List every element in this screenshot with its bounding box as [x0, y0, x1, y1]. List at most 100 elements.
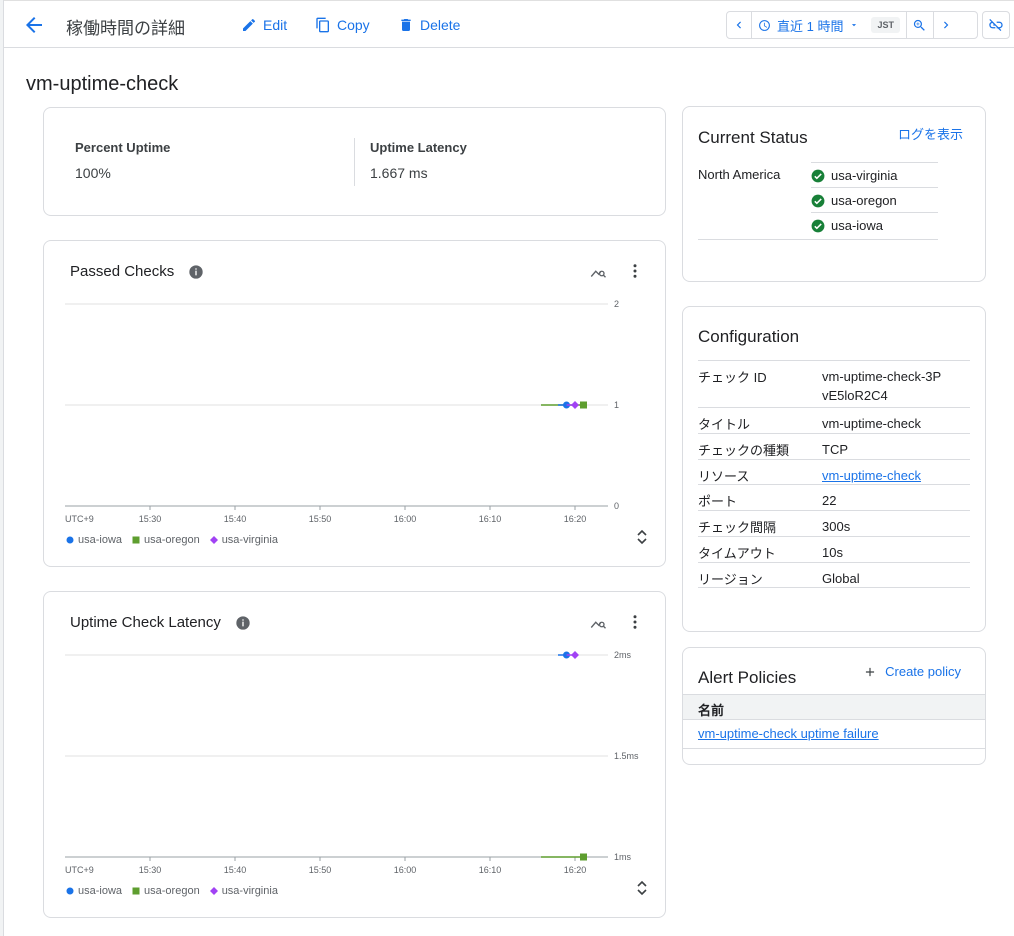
legend-item-virginia: usa-virginia	[209, 534, 278, 546]
copy-button[interactable]: Copy	[315, 15, 370, 35]
expand-legend-icon[interactable]	[635, 879, 649, 897]
metric-label: Uptime Latency	[370, 140, 467, 155]
passed-checks-plot: 2 1 0 UTC+9 15:30 15:40 15:50 16:00 16:10 16:20	[65, 299, 619, 524]
chart-legend: usa-iowa usa-oregon usa-virginia	[66, 534, 278, 546]
config-value: 22	[822, 493, 837, 508]
x-tick-label: 16:10	[479, 865, 502, 875]
percent-uptime-metric: Percent Uptime 100%	[75, 140, 170, 181]
chevron-right-icon	[943, 21, 949, 29]
clock-icon	[759, 19, 770, 31]
timezone-chip: JST	[871, 17, 900, 33]
x-tick-label: 15:30	[139, 865, 162, 875]
metric-value: 1.667 ms	[370, 165, 428, 181]
alert-policy-link[interactable]: vm-uptime-check uptime failure	[698, 726, 879, 741]
legend-item-oregon: usa-oregon	[132, 534, 200, 546]
y-tick-label: 1ms	[614, 852, 632, 862]
time-navigator: 直近 1 時間 JST	[726, 11, 978, 39]
arrow-back-icon	[26, 17, 42, 33]
legend-label: usa-virginia	[221, 885, 278, 897]
delete-label: Delete	[420, 17, 461, 33]
left-edge	[0, 0, 4, 936]
plus-icon	[866, 667, 875, 676]
chevron-left-icon	[736, 21, 741, 29]
status-row: usa-iowa	[811, 212, 938, 238]
time-forward-button[interactable]	[934, 12, 958, 38]
y-tick-label: 1	[614, 400, 619, 410]
alert-policies-card: Alert Policies Create policy 名前 vm-uptim…	[682, 647, 986, 765]
legend-item-iowa: usa-iowa	[66, 885, 122, 897]
metrics-card: Percent Uptime 100% Uptime Latency 1.667…	[43, 107, 666, 216]
square-marker-icon	[132, 887, 140, 895]
status-row: usa-virginia	[811, 162, 938, 188]
time-range-select[interactable]: 直近 1 時間 JST	[752, 12, 906, 38]
config-key: チェックの種類	[698, 443, 790, 458]
location-label: usa-virginia	[831, 168, 898, 183]
legend-label: usa-oregon	[144, 885, 200, 897]
x-tick-label: UTC+9	[65, 514, 94, 524]
x-tick-label: 16:20	[564, 865, 587, 875]
view-logs-link[interactable]: ログを表示	[898, 124, 963, 143]
top-toolbar: 稼働時間の詳細 Edit Copy Delete 直近 1 時間 JST	[4, 0, 1014, 48]
current-status-card: Current Status ログを表示 North America usa-v…	[682, 106, 986, 282]
point-usa-oregon	[580, 401, 587, 409]
time-back-button[interactable]	[727, 12, 751, 38]
create-policy-label: Create policy	[885, 664, 961, 679]
edit-button[interactable]: Edit	[241, 15, 287, 35]
uptime-latency-card: Uptime Check Latency 2ms 1.5ms 1ms UTC+9 15:…	[43, 591, 666, 918]
config-key: チェック ID	[698, 370, 767, 385]
x-tick-label: 15:40	[224, 865, 247, 875]
latency-plot: 2ms 1.5ms 1ms UTC+9 15:30 15:40 15:50 16:00 16:1…	[65, 650, 639, 875]
config-value: TCP	[822, 442, 848, 457]
create-policy-button[interactable]: Create policy	[863, 664, 961, 679]
zoom-button[interactable]	[907, 12, 933, 38]
y-tick-label: 0	[614, 501, 619, 511]
config-row: リソース vm-uptime-check	[698, 459, 970, 484]
link-off-icon	[989, 19, 1003, 31]
point-usa-virginia	[571, 651, 579, 659]
back-button[interactable]	[22, 13, 46, 37]
pencil-icon	[243, 18, 256, 31]
table-header-name: 名前	[683, 694, 985, 720]
config-row: タイトル vm-uptime-check	[698, 407, 970, 433]
x-tick-label: 15:30	[139, 514, 162, 524]
resource-link[interactable]: vm-uptime-check	[822, 466, 921, 485]
delete-button[interactable]: Delete	[398, 15, 460, 35]
config-key: ポート	[698, 494, 738, 509]
config-row: チェック ID vm-uptime-check-3PvE5loR2C4	[698, 360, 970, 407]
config-key: リージョン	[698, 572, 763, 587]
uptime-latency-metric: Uptime Latency 1.667 ms	[370, 140, 467, 181]
diamond-marker-icon	[209, 536, 218, 544]
status-region: North America	[698, 167, 781, 182]
x-tick-label: UTC+9	[65, 865, 94, 875]
config-value: 300s	[822, 519, 851, 534]
x-tick-label: 15:40	[224, 514, 247, 524]
link-off-button[interactable]	[982, 11, 1010, 39]
legend-item-oregon: usa-oregon	[132, 885, 200, 897]
config-value: vm-uptime-check	[822, 416, 921, 431]
copy-icon	[316, 17, 329, 33]
config-value: vm-uptime-check-3PvE5loR2C4	[822, 369, 942, 403]
square-marker-icon	[132, 536, 140, 544]
divider	[683, 748, 985, 749]
config-row: タイムアウト 10s	[698, 536, 970, 562]
location-label: usa-iowa	[831, 218, 884, 233]
caret-down-icon	[852, 24, 857, 27]
config-key: タイトル	[698, 417, 751, 432]
x-tick-label: 16:20	[564, 514, 587, 524]
config-value: 10s	[822, 545, 843, 560]
config-value: Global	[822, 571, 860, 586]
legend-label: usa-iowa	[78, 885, 123, 897]
page-title: 稼働時間の詳細	[66, 19, 185, 38]
config-key: リソース	[698, 469, 750, 484]
config-row: チェック間隔 300s	[698, 510, 970, 536]
card-title: Configuration	[698, 327, 800, 346]
x-tick-label: 16:00	[394, 865, 417, 875]
expand-legend-icon[interactable]	[635, 528, 649, 546]
check-circle-icon	[811, 194, 825, 207]
x-tick-label: 16:10	[479, 514, 502, 524]
location-label: usa-oregon	[831, 193, 897, 208]
metric-divider	[354, 138, 355, 186]
legend-label: usa-virginia	[221, 534, 278, 546]
y-tick-label: 2	[614, 299, 619, 309]
config-key: タイムアウト	[698, 546, 776, 561]
